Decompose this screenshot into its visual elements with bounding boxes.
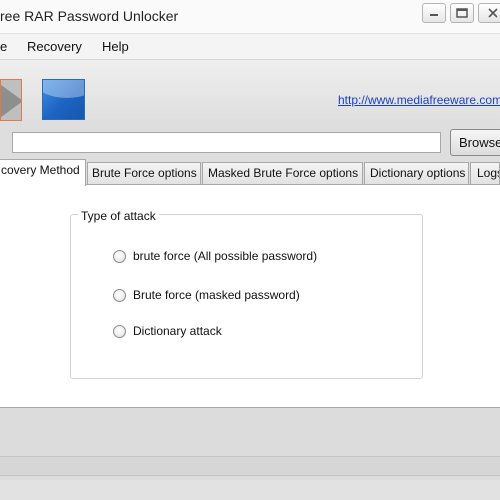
menu-file[interactable]: e xyxy=(0,39,7,54)
recovery-method-panel: Type of attack brute force (All possible… xyxy=(0,184,500,408)
tab-label: Dictionary options xyxy=(370,166,466,180)
website-link[interactable]: http://www.mediafreeware.com xyxy=(338,93,500,107)
start-button[interactable] xyxy=(0,79,22,121)
close-button[interactable] xyxy=(478,3,500,23)
title-bar: ree RAR Password Unlocker xyxy=(0,0,500,34)
file-path-input[interactable] xyxy=(12,132,441,153)
tab-dictionary-options[interactable]: Dictionary options xyxy=(364,162,469,184)
radio-dictionary-attack-label[interactable]: Dictionary attack xyxy=(133,324,222,338)
maximize-button[interactable] xyxy=(450,3,474,23)
tab-brute-force-options[interactable]: Brute Force options xyxy=(87,162,201,184)
menu-help[interactable]: Help xyxy=(102,39,129,54)
bottom-panel xyxy=(0,408,500,450)
radio-brute-force-label[interactable]: brute force (All possible password) xyxy=(133,249,317,263)
minimize-button[interactable] xyxy=(422,3,446,23)
bottom-strip xyxy=(0,480,500,500)
close-icon xyxy=(488,8,498,18)
radio-brute-force[interactable] xyxy=(113,250,126,263)
tab-label: Brute Force options xyxy=(92,166,197,180)
tab-label: covery Method xyxy=(1,163,80,177)
tab-recovery-method[interactable]: covery Method xyxy=(0,159,86,186)
menu-recovery[interactable]: Recovery xyxy=(27,39,82,54)
browse-button[interactable]: Browse xyxy=(450,129,500,156)
radio-masked-brute-force[interactable] xyxy=(113,289,126,302)
stop-square-icon xyxy=(43,80,84,98)
status-bar xyxy=(0,456,500,476)
attack-type-label: Type of attack xyxy=(78,209,159,223)
tab-logs[interactable]: Logs xyxy=(470,162,500,184)
radio-masked-brute-force-label[interactable]: Brute force (masked password) xyxy=(133,288,300,302)
stop-button[interactable] xyxy=(42,79,85,120)
play-arrow-icon xyxy=(1,84,21,118)
tab-label: Logs xyxy=(477,166,499,180)
minimize-icon xyxy=(430,14,438,16)
menu-bar: e Recovery Help xyxy=(0,34,500,60)
maximize-icon xyxy=(456,8,468,18)
file-path-row: Browse xyxy=(0,124,500,162)
window-title: ree RAR Password Unlocker xyxy=(0,8,179,24)
radio-dictionary-attack[interactable] xyxy=(113,325,126,338)
tab-label: Masked Brute Force options xyxy=(208,166,359,180)
tab-masked-brute-force-options[interactable]: Masked Brute Force options xyxy=(202,162,363,184)
toolbar: http://www.mediafreeware.com xyxy=(0,60,500,124)
